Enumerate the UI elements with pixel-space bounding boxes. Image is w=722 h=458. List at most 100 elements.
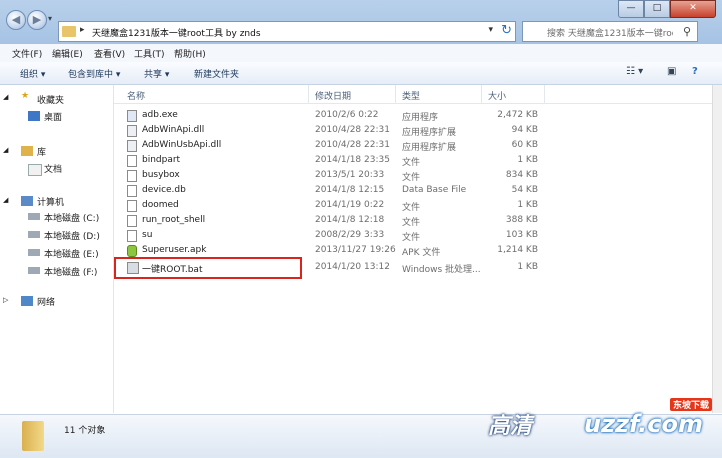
preview-pane-icon[interactable]: ▣ xyxy=(667,66,676,77)
search-icon[interactable]: ⚲ xyxy=(683,25,691,38)
file-size: 2,472 KB xyxy=(497,110,538,120)
file-name: bindpart xyxy=(142,155,181,165)
file-row[interactable]: run_root_shell 2014/1/8 12:18 文件 388 KB xyxy=(114,214,712,229)
address-bar[interactable]: ▸ 天继魔盒1231版本一键root工具 by znds ▾ ↻ xyxy=(58,21,516,42)
column-modified[interactable]: 修改日期 xyxy=(315,89,351,102)
file-icon xyxy=(127,170,137,182)
file-row[interactable]: AdbWinApi.dll 2010/4/28 22:31 应用程序扩展 94 … xyxy=(114,124,712,139)
file-size: 1,214 KB xyxy=(497,245,538,255)
file-modified: 2013/11/27 19:26 xyxy=(315,245,396,255)
file-modified: 2014/1/19 0:22 xyxy=(315,200,385,210)
nav-favorites[interactable]: 收藏夹 xyxy=(37,93,64,106)
network-icon xyxy=(21,296,33,306)
watermark: 高清 uzzf.com 东坡下载 xyxy=(488,392,716,450)
column-name[interactable]: 名称 xyxy=(127,89,145,102)
file-name: AdbWinApi.dll xyxy=(142,125,205,135)
file-row[interactable]: busybox 2013/5/1 20:33 文件 834 KB xyxy=(114,169,712,184)
nav-libraries[interactable]: 库 xyxy=(37,145,46,158)
help-icon[interactable]: ? xyxy=(692,66,698,77)
vertical-scrollbar[interactable] xyxy=(712,85,722,413)
file-name: su xyxy=(142,230,153,240)
back-button[interactable]: ◀ xyxy=(6,10,26,30)
nav-desktop[interactable]: 桌面 xyxy=(44,110,62,123)
view-options-icon[interactable]: ☷ ▾ xyxy=(626,66,643,77)
column-divider[interactable] xyxy=(481,85,482,103)
file-list: 名称 修改日期 类型 大小 adb.exe 2010/2/6 0:22 应用程序… xyxy=(114,85,712,413)
nav-computer[interactable]: 计算机 xyxy=(37,195,64,208)
file-icon xyxy=(127,200,137,212)
nav-drive-d[interactable]: 本地磁盘 (D:) xyxy=(44,229,100,242)
database-file-icon xyxy=(127,185,137,197)
computer-expand-icon[interactable]: ◢ xyxy=(3,196,8,204)
file-type: 文件 xyxy=(402,218,421,228)
new-folder-button[interactable]: 新建文件夹 xyxy=(194,67,239,80)
file-modified: 2014/1/20 13:12 xyxy=(315,262,390,272)
navigation-pane: ◢ ★ 收藏夹 桌面 ◢ 库 文档 ◢ 计算机 本地磁盘 (C:) 本地磁盘 (… xyxy=(0,85,114,413)
drive-e-icon xyxy=(28,249,40,256)
column-divider[interactable] xyxy=(308,85,309,103)
file-type: 文件 xyxy=(402,203,421,213)
file-modified: 2014/1/8 12:15 xyxy=(315,185,385,195)
file-row[interactable]: device.db 2014/1/8 12:15 Data Base File … xyxy=(114,184,712,199)
menu-tools[interactable]: 工具(T) xyxy=(134,47,165,60)
menu-bar: 文件(F) 编辑(E) 查看(V) 工具(T) 帮助(H) xyxy=(0,44,722,63)
refresh-icon[interactable]: ↻ xyxy=(501,23,512,38)
libraries-expand-icon[interactable]: ◢ xyxy=(3,146,8,154)
file-size: 834 KB xyxy=(505,170,538,180)
close-button[interactable]: ✕ xyxy=(670,0,716,18)
highlight-box xyxy=(114,257,302,279)
nav-drive-f[interactable]: 本地磁盘 (F:) xyxy=(44,265,97,278)
forward-button[interactable]: ▶ xyxy=(27,10,47,30)
maximize-button[interactable]: □ xyxy=(644,0,670,18)
android-apk-icon xyxy=(127,245,137,257)
column-size[interactable]: 大小 xyxy=(488,89,506,102)
file-modified: 2008/2/29 3:33 xyxy=(315,230,385,240)
menu-edit[interactable]: 编辑(E) xyxy=(52,47,83,60)
drive-d-icon xyxy=(28,231,40,238)
file-modified: 2010/4/28 22:31 xyxy=(315,140,390,150)
file-name: busybox xyxy=(142,170,180,180)
menu-file[interactable]: 文件(F) xyxy=(12,47,42,60)
file-modified: 2013/5/1 20:33 xyxy=(315,170,385,180)
file-row[interactable]: su 2008/2/29 3:33 文件 103 KB xyxy=(114,229,712,244)
organize-button[interactable]: 组织 ▾ xyxy=(20,67,45,80)
nav-drive-c[interactable]: 本地磁盘 (C:) xyxy=(44,211,99,224)
column-divider[interactable] xyxy=(395,85,396,103)
address-path[interactable]: 天继魔盒1231版本一键root工具 by znds xyxy=(92,26,261,39)
favorites-expand-icon[interactable]: ◢ xyxy=(3,93,8,101)
network-expand-icon[interactable]: ▷ xyxy=(3,296,8,304)
dll-file-icon xyxy=(127,125,137,137)
nav-documents[interactable]: 文档 xyxy=(44,162,62,175)
column-type[interactable]: 类型 xyxy=(402,89,420,102)
file-row[interactable]: AdbWinUsbApi.dll 2010/4/28 22:31 应用程序扩展 … xyxy=(114,139,712,154)
file-row[interactable]: adb.exe 2010/2/6 0:22 应用程序 2,472 KB xyxy=(114,109,712,124)
file-type: Windows 批处理... xyxy=(402,265,481,275)
drive-f-icon xyxy=(28,267,40,274)
watermark-site-text: uzzf.com xyxy=(584,410,703,438)
breadcrumb-chevron-icon[interactable]: ▸ xyxy=(80,25,85,35)
nav-network[interactable]: 网络 xyxy=(37,295,55,308)
share-button[interactable]: 共享 ▾ xyxy=(144,67,169,80)
file-row[interactable]: bindpart 2014/1/18 23:35 文件 1 KB xyxy=(114,154,712,169)
command-bar: 组织 ▾ 包含到库中 ▾ 共享 ▾ 新建文件夹 ☷ ▾ ▣ ? xyxy=(0,62,722,85)
file-modified: 2010/4/28 22:31 xyxy=(315,125,390,135)
search-input[interactable]: 搜索 天继魔盒1231版本一键root工... xyxy=(547,26,673,39)
minimize-button[interactable]: — xyxy=(618,0,644,18)
file-name: AdbWinUsbApi.dll xyxy=(142,140,222,150)
file-name: adb.exe xyxy=(142,110,178,120)
include-in-library-button[interactable]: 包含到库中 ▾ xyxy=(68,67,120,80)
nav-drive-e[interactable]: 本地磁盘 (E:) xyxy=(44,247,99,260)
back-arrow-icon: ◀ xyxy=(11,13,21,26)
menu-help[interactable]: 帮助(H) xyxy=(174,47,206,60)
address-dropdown-icon[interactable]: ▾ xyxy=(488,25,493,35)
file-row[interactable]: doomed 2014/1/19 0:22 文件 1 KB xyxy=(114,199,712,214)
recent-pages-dropdown-icon[interactable]: ▾ xyxy=(48,14,52,23)
column-divider[interactable] xyxy=(544,85,545,103)
search-box[interactable]: 搜索 天继魔盒1231版本一键root工... ⚲ xyxy=(522,21,698,42)
menu-view[interactable]: 查看(V) xyxy=(94,47,125,60)
file-type: 文件 xyxy=(402,233,421,243)
library-icon xyxy=(21,146,33,156)
file-name: Superuser.apk xyxy=(142,245,207,255)
file-modified: 2014/1/18 23:35 xyxy=(315,155,390,165)
column-header: 名称 修改日期 类型 大小 xyxy=(114,85,712,104)
